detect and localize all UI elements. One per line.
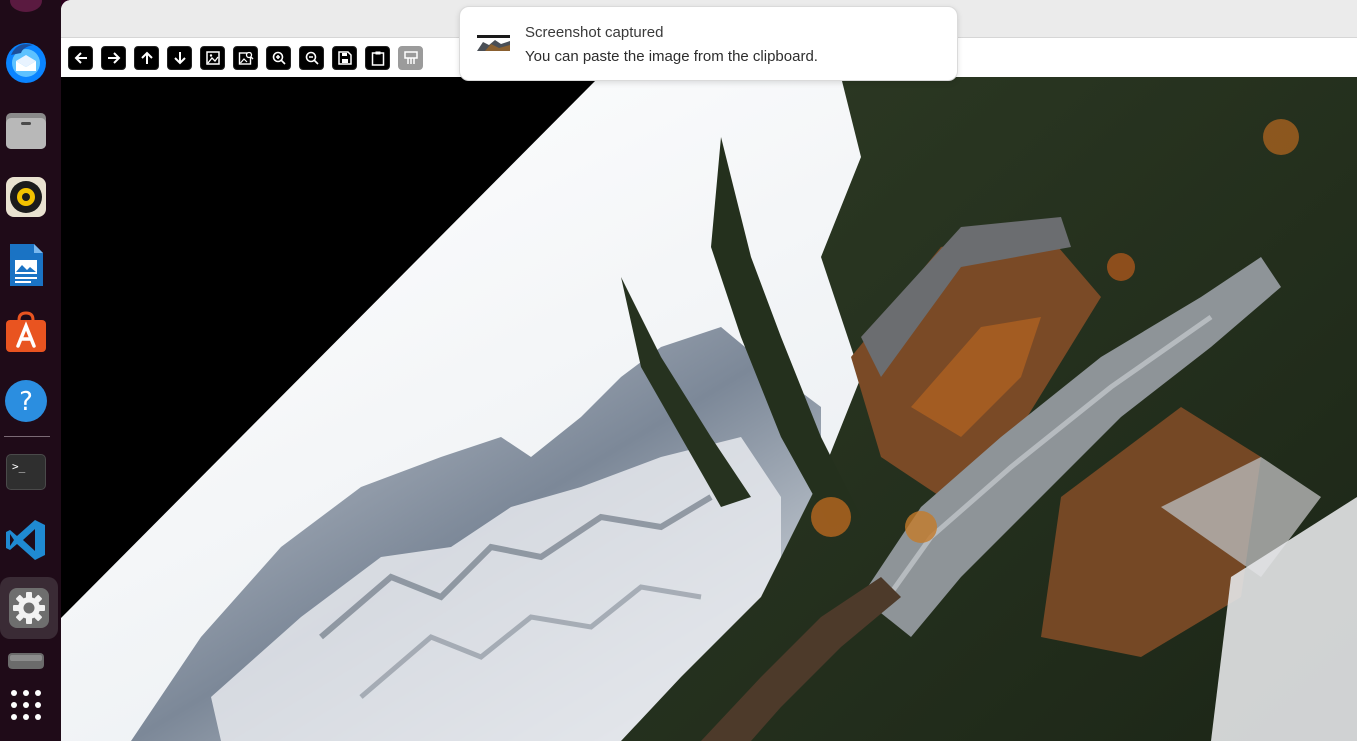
dock-item-writer[interactable] xyxy=(3,242,49,288)
up-button[interactable] xyxy=(134,46,159,70)
arrow-down-icon xyxy=(173,52,186,65)
image-search-button[interactable] xyxy=(233,46,258,70)
svg-text:>_: >_ xyxy=(12,460,26,473)
dock-item-app-center[interactable] xyxy=(3,310,49,356)
trash-icon xyxy=(8,653,44,669)
back-button[interactable] xyxy=(68,46,93,70)
dock-item-thunderbird[interactable] xyxy=(3,39,49,85)
image-button[interactable] xyxy=(200,46,225,70)
arrow-right-icon xyxy=(107,52,120,64)
dock-item-trash[interactable] xyxy=(3,645,49,669)
app-grid-icon xyxy=(11,690,41,720)
files-icon xyxy=(6,113,46,149)
dock-item-show-apps[interactable] xyxy=(3,682,49,728)
notification-title: Screenshot captured xyxy=(525,24,664,41)
screenshot-notification[interactable]: Screenshot captured You can paste the im… xyxy=(459,6,958,81)
gear-icon xyxy=(9,588,49,628)
rotated-landscape-photo xyxy=(61,77,1357,741)
arrow-left-icon xyxy=(74,52,87,64)
app-center-icon xyxy=(6,311,46,352)
notification-body: You can paste the image from the clipboa… xyxy=(525,48,818,65)
image-viewer-window xyxy=(61,0,1357,741)
dock-item-rhythmbox[interactable] xyxy=(3,174,49,220)
down-button[interactable] xyxy=(167,46,192,70)
paint-button[interactable] xyxy=(398,46,423,70)
dock: ? >_ xyxy=(0,0,61,741)
clipboard-button[interactable] xyxy=(365,46,390,70)
image-canvas[interactable] xyxy=(61,77,1357,741)
zoom-in-button[interactable] xyxy=(266,46,291,70)
dock-item-files[interactable] xyxy=(3,107,49,153)
writer-icon xyxy=(10,244,43,286)
vscode-icon xyxy=(6,520,45,560)
dock-item-partial[interactable] xyxy=(10,0,42,12)
svg-text:?: ? xyxy=(19,387,33,417)
arrow-up-icon xyxy=(140,51,153,64)
terminal-icon: >_ xyxy=(6,454,46,490)
clipboard-icon xyxy=(371,51,384,66)
image-icon xyxy=(205,51,220,65)
image-search-icon xyxy=(238,51,253,65)
zoom-out-icon xyxy=(305,51,319,65)
dock-item-settings[interactable] xyxy=(0,577,58,639)
dock-separator xyxy=(4,436,50,437)
screenshot-thumbnail xyxy=(477,32,510,51)
dock-item-help[interactable]: ? xyxy=(3,378,49,424)
dock-item-terminal[interactable]: >_ xyxy=(3,449,49,495)
thunderbird-icon xyxy=(6,43,46,83)
dock-item-vscode[interactable] xyxy=(3,517,49,563)
paint-roller-icon xyxy=(403,51,418,64)
save-icon xyxy=(337,51,352,65)
save-button[interactable] xyxy=(332,46,357,70)
forward-button[interactable] xyxy=(101,46,126,70)
rhythmbox-icon xyxy=(6,177,46,217)
zoom-out-button[interactable] xyxy=(299,46,324,70)
help-icon: ? xyxy=(5,380,47,422)
zoom-in-icon xyxy=(272,51,286,65)
